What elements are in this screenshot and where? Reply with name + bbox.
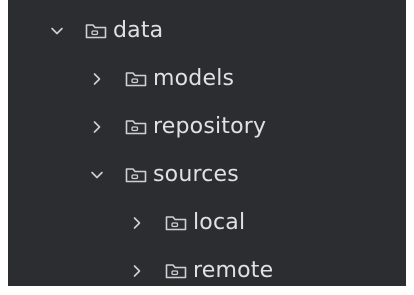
tree-item-label: models [153,66,235,91]
tree-item-sources[interactable]: sources [8,151,406,199]
folder-icon [124,117,148,137]
chevron-down-icon[interactable] [90,168,104,182]
tree-item-repository[interactable]: repository [8,103,406,151]
folder-icon [124,69,148,89]
chevron-down-icon[interactable] [50,24,64,38]
folder-icon [164,213,188,233]
tree-item-local[interactable]: local [8,199,406,247]
tree-item-label: sources [153,162,239,187]
tree-item-label: repository [153,114,267,139]
tree-item-label: local [193,210,246,235]
folder-icon [124,165,148,185]
project-tree-panel: data models repository sources local rem… [8,0,406,286]
tree-item-data[interactable]: data [8,7,406,55]
chevron-right-icon[interactable] [130,216,144,230]
chevron-right-icon[interactable] [90,120,104,134]
chevron-right-icon[interactable] [130,264,144,278]
tree-item-label: data [113,18,164,43]
tree-item-remote[interactable]: remote [8,247,406,295]
folder-icon [84,21,108,41]
chevron-right-icon[interactable] [90,72,104,86]
folder-icon [164,261,188,281]
tree-item-models[interactable]: models [8,55,406,103]
tree-item-label: remote [193,258,274,283]
